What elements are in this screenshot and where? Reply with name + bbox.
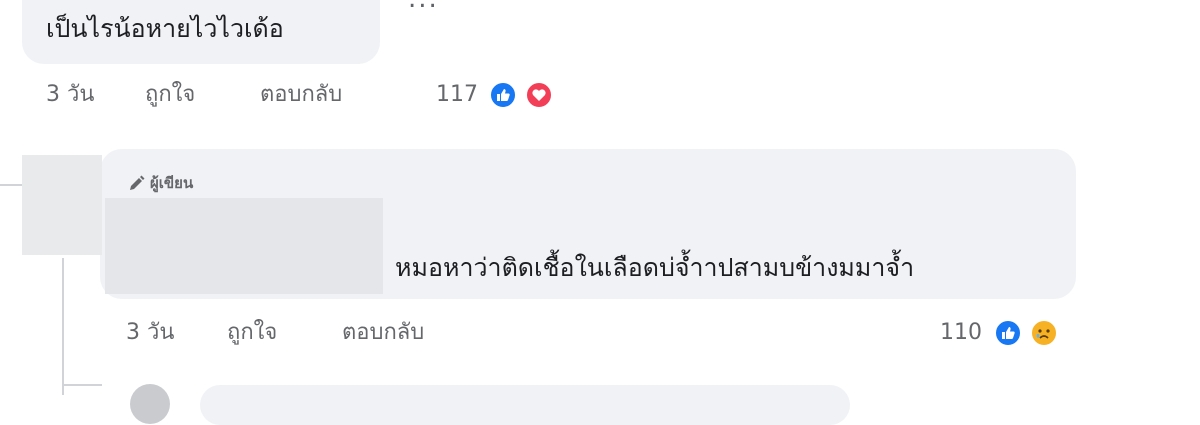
like-button[interactable]: ถูกใจ — [227, 318, 277, 348]
comment-timestamp[interactable]: 3 วัน — [46, 80, 94, 110]
author-badge: ผู้เขียน — [128, 171, 193, 195]
like-icon — [993, 318, 1023, 348]
pen-icon — [130, 175, 145, 190]
like-button[interactable]: ถูกใจ — [145, 80, 195, 110]
thread-connector — [0, 184, 22, 186]
avatar[interactable] — [22, 155, 102, 255]
love-icon — [524, 80, 554, 110]
reply-text: หมอหาว่าติดเชื้อในเลือดบ่จ้ำาปสามบข้างมม… — [395, 253, 915, 282]
reply-actions: 3 วัน ถูกใจ ตอบกลับ 110 — [0, 318, 1100, 350]
reply-button[interactable]: ตอบกลับ — [260, 80, 342, 110]
comment-bubble — [200, 385, 850, 425]
like-icon — [488, 80, 518, 110]
reply-timestamp[interactable]: 3 วัน — [126, 318, 174, 348]
reaction-icons[interactable] — [993, 318, 1073, 350]
more-options-button[interactable]: ... — [408, 0, 439, 14]
reaction-count[interactable]: 117 — [436, 80, 478, 110]
thread-branch — [62, 384, 102, 386]
redacted-author-name — [105, 198, 383, 294]
comment-text: เป็นไรน้อหายไวไวเด้อ — [46, 14, 284, 43]
reaction-icons[interactable] — [488, 80, 568, 112]
reply-button[interactable]: ตอบกลับ — [342, 318, 424, 348]
avatar[interactable] — [130, 384, 170, 424]
author-badge-label: ผู้เขียน — [150, 174, 194, 192]
sad-icon — [1029, 318, 1059, 348]
reaction-count[interactable]: 110 — [940, 318, 982, 348]
